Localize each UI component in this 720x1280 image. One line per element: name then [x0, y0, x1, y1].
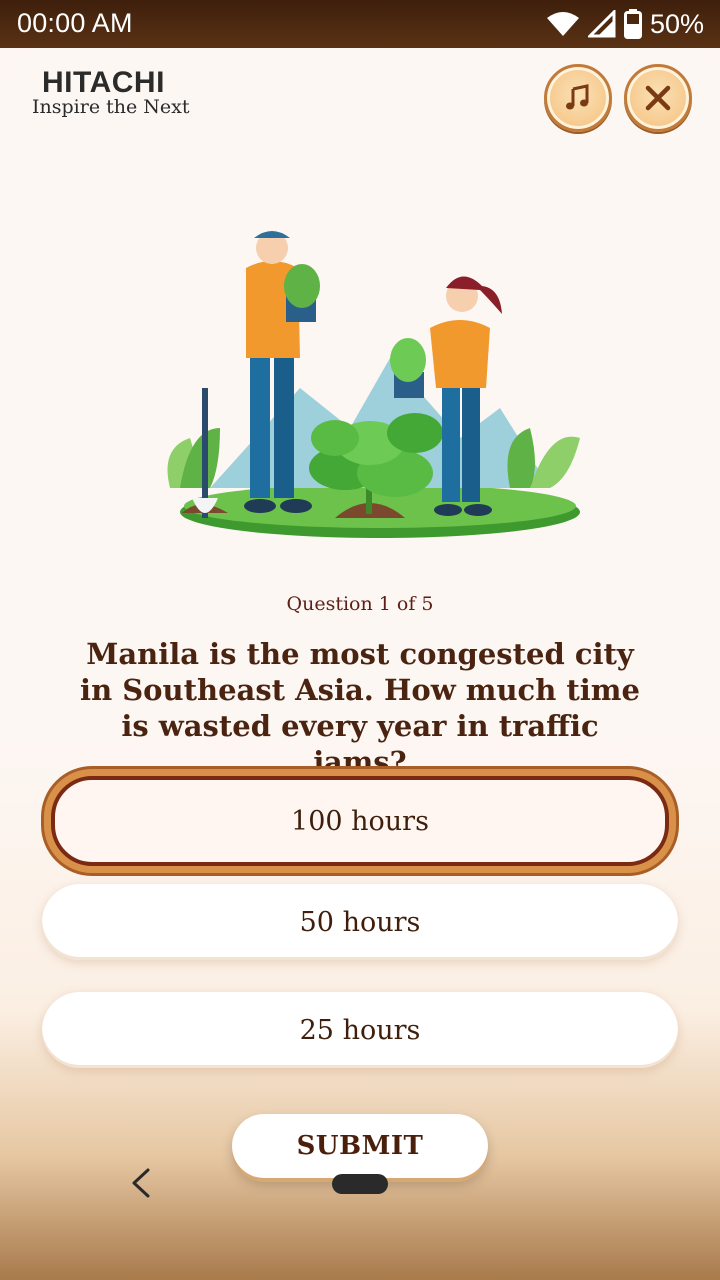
- cellular-signal-icon: [587, 10, 616, 38]
- status-bar: 00:00 AM 50%: [0, 0, 720, 48]
- answer-option-3[interactable]: 25 hours: [42, 992, 678, 1068]
- home-nav-pill[interactable]: [332, 1174, 388, 1194]
- music-button[interactable]: [544, 64, 612, 132]
- answer-option-2[interactable]: 50 hours: [42, 884, 678, 960]
- quiz-card: HITACHI Inspire the Next Question 1 of 5…: [0, 48, 720, 1280]
- answer-option-label: 100 hours: [291, 805, 429, 837]
- status-icons: 50%: [546, 6, 704, 42]
- submit-label: SUBMIT: [296, 1131, 424, 1161]
- gardeners-illustration: [167, 231, 580, 538]
- wifi-icon: [546, 12, 579, 36]
- brand-tagline: Inspire the Next: [32, 96, 190, 118]
- music-note-icon: [566, 84, 589, 110]
- answer-option-label: 25 hours: [299, 1014, 421, 1046]
- answer-option-label: 50 hours: [299, 906, 421, 938]
- question-progress: Question 1 of 5: [286, 593, 434, 615]
- battery-percent: 50%: [649, 8, 704, 39]
- close-x-icon: [645, 85, 671, 111]
- question-text: Manila is the most congested city in Sou…: [80, 637, 640, 779]
- back-nav-icon[interactable]: [128, 1166, 154, 1200]
- close-button[interactable]: [624, 64, 692, 132]
- submit-button[interactable]: SUBMIT: [232, 1114, 488, 1178]
- brand-name: HITACHI: [42, 66, 165, 99]
- battery-icon: [623, 9, 642, 39]
- answer-option-1[interactable]: 100 hours: [51, 776, 669, 866]
- status-time: 00:00 AM: [17, 8, 133, 38]
